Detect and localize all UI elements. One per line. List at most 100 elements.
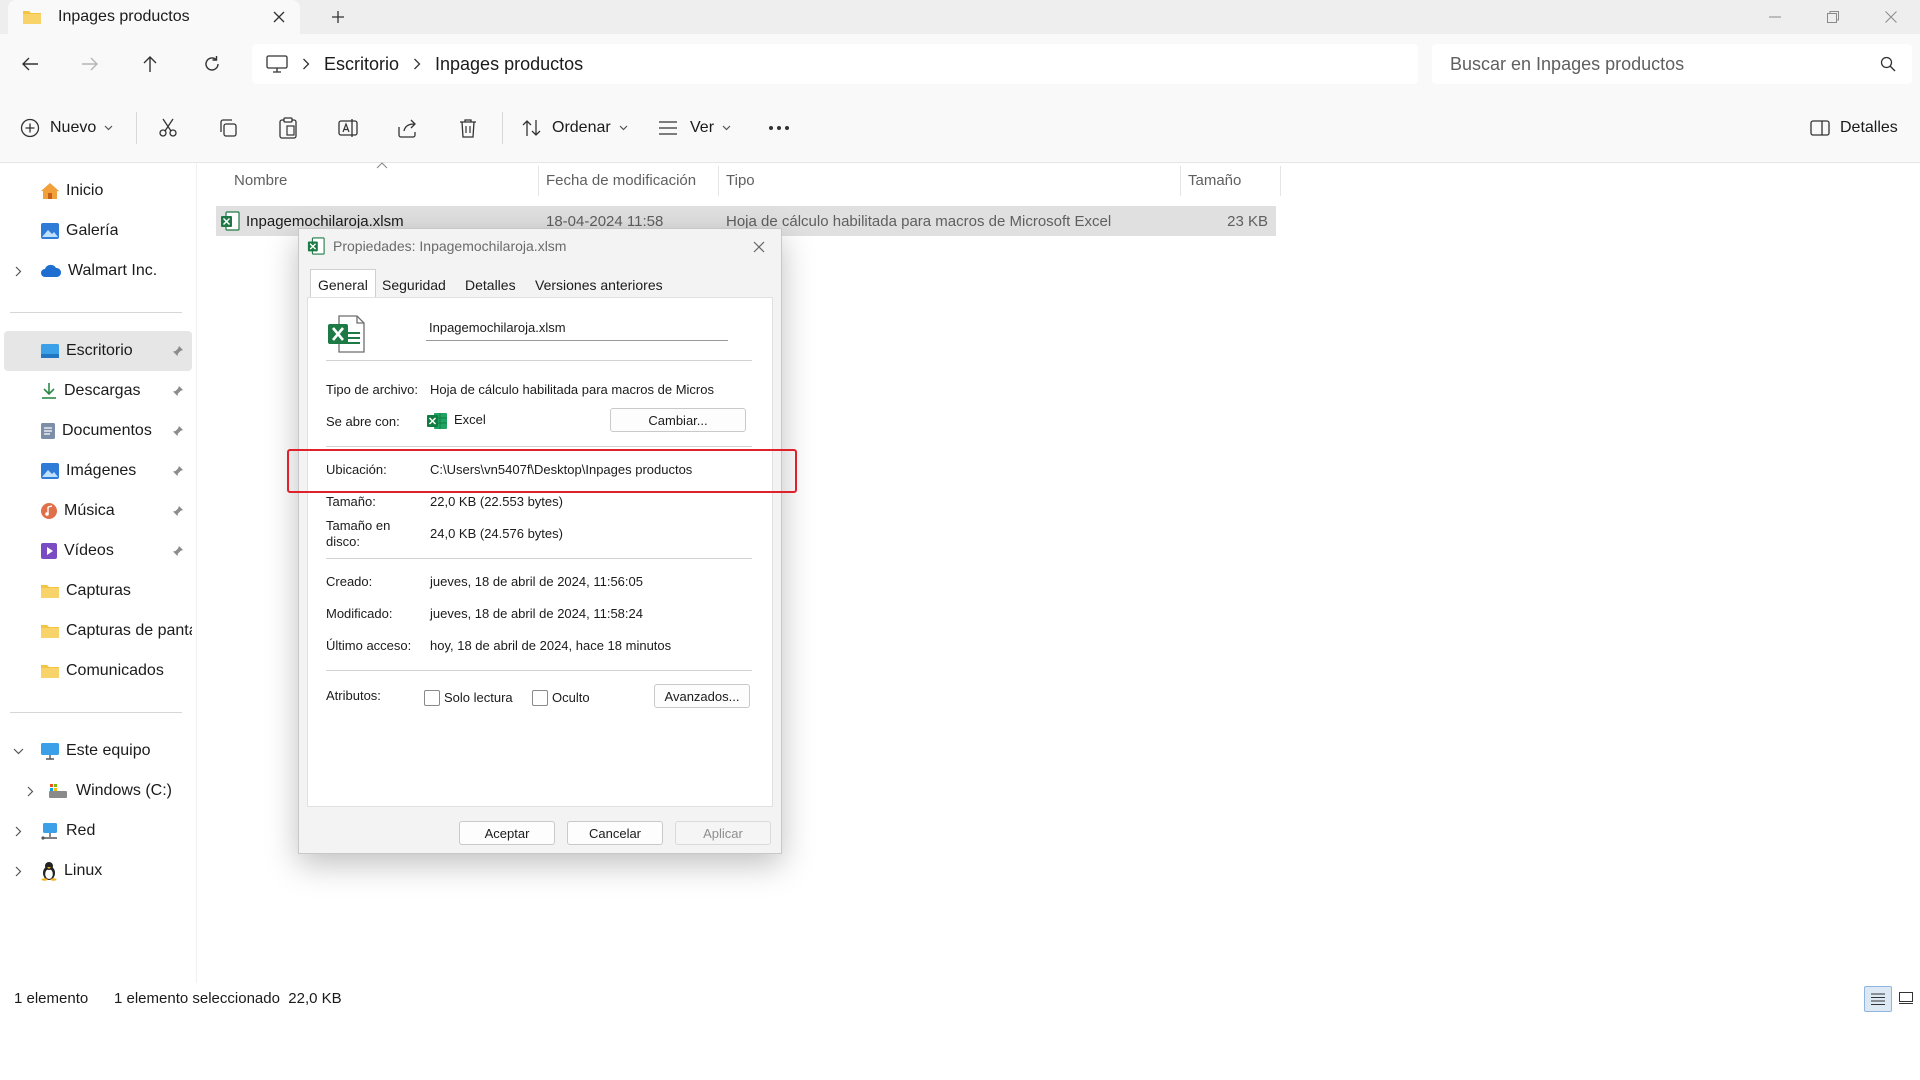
forward-icon[interactable] [72, 46, 108, 82]
sidebar-item-windows-c[interactable]: Windows (C:) [0, 771, 192, 811]
pin-icon[interactable] [172, 505, 184, 517]
refresh-icon[interactable] [194, 46, 230, 82]
column-divider[interactable] [1180, 166, 1181, 196]
download-icon [40, 382, 58, 400]
tab-general[interactable]: General [310, 269, 376, 299]
ok-button[interactable]: Aceptar [459, 821, 555, 845]
sidebar-item-imagenes[interactable]: Imágenes [0, 451, 192, 491]
details-pane-button[interactable]: Detalles [1810, 110, 1898, 146]
breadcrumb[interactable]: Escritorio Inpages productos [252, 44, 1418, 84]
cancel-button[interactable]: Cancelar [567, 821, 663, 845]
details-pane-icon [1810, 120, 1830, 136]
column-header-modified[interactable]: Fecha de modificación [546, 166, 696, 194]
up-icon[interactable] [132, 46, 168, 82]
sidebar-item-musica[interactable]: Música [0, 491, 192, 531]
sidebar-item-linux[interactable]: Linux [0, 851, 192, 891]
pin-icon[interactable] [172, 545, 184, 557]
copy-icon[interactable] [208, 110, 248, 146]
chevron-right-icon[interactable] [22, 783, 38, 799]
pin-icon[interactable] [172, 465, 184, 477]
value-se-abre-con: Excel [454, 412, 486, 427]
view-button[interactable]: Ver [658, 110, 731, 146]
column-header-size[interactable]: Tamaño [1188, 166, 1241, 194]
cut-icon[interactable] [148, 110, 188, 146]
tab-detalles[interactable]: Detalles [458, 273, 523, 297]
advanced-button[interactable]: Avanzados... [654, 684, 750, 708]
value-modificado: jueves, 18 de abril de 2024, 11:58:24 [430, 606, 643, 621]
hidden-checkbox[interactable] [532, 690, 548, 706]
details-view-icon[interactable] [1864, 986, 1892, 1012]
column-divider[interactable] [1280, 166, 1281, 196]
back-icon[interactable] [12, 46, 48, 82]
value-creado: jueves, 18 de abril de 2024, 11:56:05 [430, 574, 643, 589]
chevron-right-icon[interactable] [10, 863, 26, 879]
delete-icon[interactable] [448, 110, 488, 146]
new-label: Nuevo [50, 119, 97, 136]
column-divider[interactable] [718, 166, 719, 196]
pin-icon[interactable] [172, 385, 184, 397]
sidebar-item-inicio[interactable]: Inicio [0, 171, 192, 211]
sidebar-item-documentos[interactable]: Documentos [0, 411, 192, 451]
tab-versiones-anteriores[interactable]: Versiones anteriores [528, 273, 670, 297]
search-icon[interactable] [1880, 56, 1896, 72]
column-header-type[interactable]: Tipo [726, 166, 755, 194]
desktop-icon [40, 343, 60, 359]
tiles-view-icon[interactable] [1894, 986, 1918, 1010]
chevron-right-icon[interactable] [10, 263, 26, 279]
sidebar-item-escritorio[interactable]: Escritorio [4, 331, 192, 371]
tab-seguridad[interactable]: Seguridad [375, 273, 453, 297]
search-box[interactable] [1432, 44, 1912, 84]
more-options-icon[interactable] [768, 110, 790, 146]
rename-icon[interactable] [328, 110, 368, 146]
value-tamano: 22,0 KB (22.553 bytes) [430, 494, 563, 509]
file-name-field[interactable] [426, 314, 728, 341]
change-app-button[interactable]: Cambiar... [610, 408, 746, 432]
share-icon[interactable] [388, 110, 428, 146]
sidebar-item-videos[interactable]: Vídeos [0, 531, 192, 571]
dialog-separator [326, 670, 752, 671]
sidebar-item-capturas-de-pantalla[interactable]: Capturas de pantalla [0, 611, 192, 651]
file-size: 23 KB [1227, 213, 1268, 230]
apply-button[interactable]: Aplicar [675, 821, 771, 845]
network-icon [40, 822, 60, 840]
sidebar-item-comunicados[interactable]: Comunicados [0, 651, 192, 691]
column-divider[interactable] [538, 166, 539, 196]
sidebar-item-walmart[interactable]: Walmart Inc. [0, 251, 192, 291]
sidebar-item-este-equipo[interactable]: Este equipo [0, 731, 192, 771]
label-modificado: Modificado: [326, 606, 393, 621]
chevron-right-icon[interactable] [10, 823, 26, 839]
drive-icon [48, 783, 68, 799]
column-header-name[interactable]: Nombre [234, 166, 287, 194]
search-input[interactable] [1448, 52, 1880, 76]
close-dialog-icon[interactable] [747, 235, 771, 259]
pin-icon[interactable] [172, 345, 184, 357]
breadcrumb-escritorio[interactable]: Escritorio [324, 54, 399, 75]
chevron-right-icon [302, 58, 310, 70]
readonly-checkbox[interactable] [424, 690, 440, 706]
close-tab-icon[interactable] [264, 2, 294, 32]
tab-inpages-productos[interactable]: Inpages productos [8, 0, 300, 34]
sidebar-item-descargas[interactable]: Descargas [0, 371, 192, 411]
pin-icon[interactable] [172, 425, 184, 437]
minimize-icon[interactable] [1746, 0, 1804, 34]
sidebar-item-capturas[interactable]: Capturas [0, 571, 192, 611]
value-ultimo-acceso: hoy, 18 de abril de 2024, hace 18 minuto… [430, 638, 672, 653]
new-button[interactable]: Nuevo [20, 110, 113, 146]
computer-icon[interactable] [266, 55, 288, 73]
breadcrumb-inpages-productos[interactable]: Inpages productos [435, 54, 583, 75]
tab-title: Inpages productos [58, 8, 190, 25]
readonly-label[interactable]: Solo lectura [444, 690, 513, 705]
excel-file-icon [307, 237, 325, 255]
close-window-icon[interactable] [1862, 0, 1920, 34]
label-se-abre-con: Se abre con: [326, 414, 400, 429]
new-tab-button[interactable] [320, 2, 356, 32]
sidebar-separator [10, 312, 182, 313]
paste-icon[interactable] [268, 110, 308, 146]
sort-button[interactable]: Ordenar [522, 110, 628, 146]
hidden-label[interactable]: Oculto [552, 690, 590, 705]
sidebar-item-red[interactable]: Red [0, 811, 192, 851]
restore-icon[interactable] [1804, 0, 1862, 34]
sidebar-item-galeria[interactable]: Galería [0, 211, 192, 251]
sort-label: Ordenar [552, 119, 611, 136]
chevron-down-icon[interactable] [10, 743, 26, 759]
